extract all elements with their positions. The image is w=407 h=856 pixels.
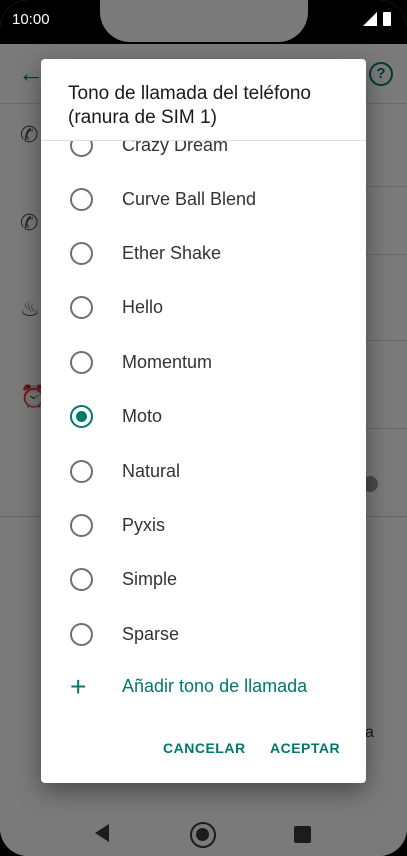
- radio-button-selected[interactable]: [70, 404, 93, 428]
- ringtone-label: Momentum: [122, 351, 213, 372]
- battery-icon: [383, 12, 391, 26]
- nav-recents-icon[interactable]: [294, 826, 311, 843]
- ringtone-label: Hello: [122, 296, 164, 317]
- status-icons: [363, 12, 391, 26]
- ringtone-dialog: Tono de llamada del teléfono (ranura de …: [41, 59, 366, 783]
- phone-screen: 10:00 ← ? ✆ ✆ ♨ ⏰ a Tono de llamada del …: [0, 0, 407, 856]
- ringtone-label: Simple: [122, 568, 178, 589]
- ringtone-label: Curve Ball Blend: [122, 188, 257, 209]
- radio-button[interactable]: [70, 567, 93, 591]
- radio-button[interactable]: [70, 459, 93, 483]
- camera-notch: [100, 0, 308, 42]
- ringtone-option[interactable]: Natural: [41, 444, 366, 498]
- radio-button[interactable]: [70, 513, 93, 537]
- ringtone-option[interactable]: Curve Ball Blend: [41, 172, 366, 226]
- add-ringtone-row[interactable]: + Añadir tono de llamada: [41, 661, 366, 715]
- dialog-actions: CANCELAR ACEPTAR: [41, 732, 366, 772]
- ringtone-option[interactable]: Crazy Dream: [41, 141, 366, 172]
- ringtone-option[interactable]: Ether Shake: [41, 226, 366, 280]
- ringtone-label: Natural: [122, 460, 181, 481]
- ringtone-option[interactable]: Hello: [41, 280, 366, 334]
- plus-icon: +: [70, 671, 87, 702]
- nav-back-icon[interactable]: [95, 824, 109, 842]
- status-time: 10:00: [12, 11, 50, 28]
- radio-button[interactable]: [70, 187, 93, 211]
- ringtone-label: Crazy Dream: [122, 141, 229, 155]
- ringtone-option[interactable]: Moto: [41, 389, 366, 443]
- ringtone-list[interactable]: Crazy Dream Curve Ball Blend Ether Shake…: [41, 141, 366, 721]
- radio-button[interactable]: [70, 622, 93, 646]
- ringtone-label: Sparse: [122, 623, 180, 644]
- status-bar: 10:00: [0, 0, 407, 44]
- ringtone-option[interactable]: Pyxis: [41, 498, 366, 552]
- cancel-button[interactable]: CANCELAR: [163, 740, 246, 756]
- dialog-title: Tono de llamada del teléfono (ranura de …: [68, 83, 311, 128]
- nav-home-icon[interactable]: [190, 822, 216, 848]
- add-ringtone-label: Añadir tono de llamada: [122, 676, 308, 696]
- signal-icon: [363, 12, 377, 26]
- ringtone-option[interactable]: Simple: [41, 552, 366, 606]
- radio-button[interactable]: [70, 350, 93, 374]
- navigation-bar: [0, 812, 407, 856]
- radio-button[interactable]: [70, 141, 93, 157]
- accept-button[interactable]: ACEPTAR: [270, 740, 340, 756]
- ringtone-label: Pyxis: [122, 514, 166, 535]
- ringtone-label: Ether Shake: [122, 242, 222, 263]
- radio-button[interactable]: [70, 295, 93, 319]
- ringtone-label: Moto: [122, 405, 163, 426]
- radio-button[interactable]: [70, 241, 93, 265]
- ringtone-option[interactable]: Sparse: [41, 607, 366, 661]
- ringtone-option[interactable]: Momentum: [41, 335, 366, 389]
